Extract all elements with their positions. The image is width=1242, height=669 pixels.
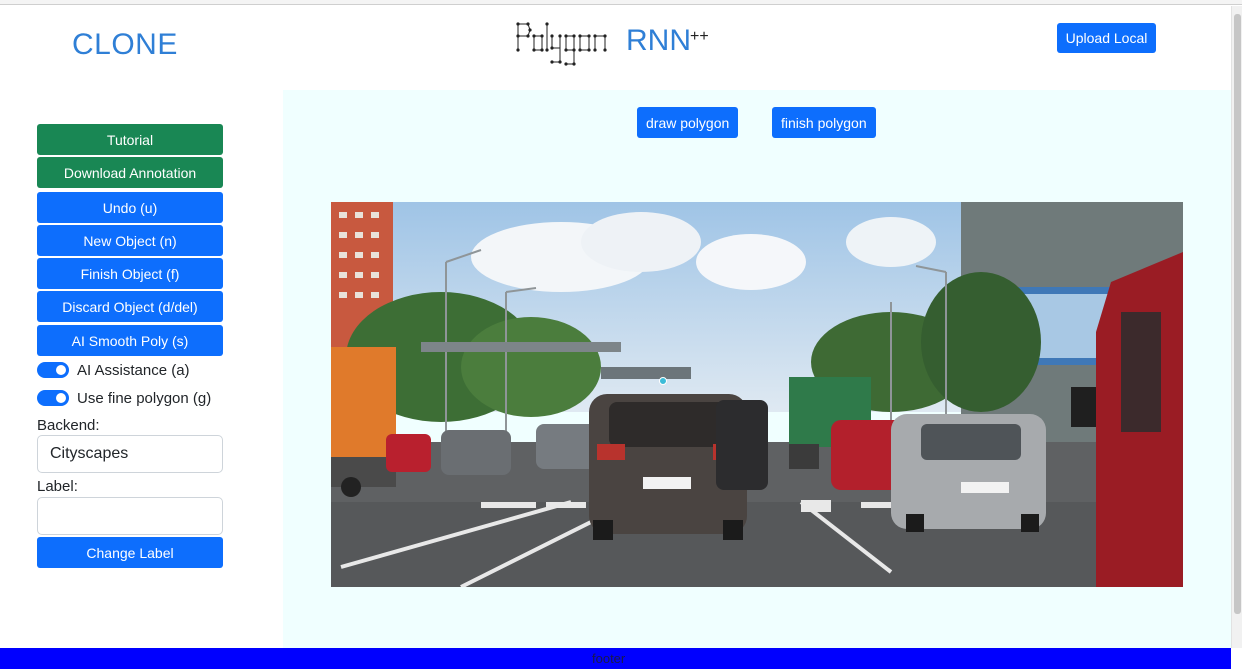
finish-polygon-button[interactable]: finish polygon — [772, 107, 876, 138]
new-object-button[interactable]: New Object (n) — [37, 225, 223, 256]
tutorial-button[interactable]: Tutorial — [37, 124, 223, 155]
logo-plus-text: ++ — [690, 28, 709, 45]
mouse-cursor-indicator — [659, 377, 667, 385]
download-annotation-button[interactable]: Download Annotation — [37, 157, 223, 188]
scrollbar-thumb[interactable] — [1234, 14, 1241, 614]
fine-polygon-switch[interactable] — [37, 390, 69, 406]
window-top-edge — [0, 0, 1242, 5]
polygonrnn-logo: RNN ++ — [512, 18, 722, 74]
ai-assistance-switch[interactable] — [37, 362, 69, 378]
backend-label: Backend: — [37, 417, 100, 434]
ai-assistance-toggle-row: AI Assistance (a) — [37, 359, 237, 381]
fine-polygon-toggle-row: Use fine polygon (g) — [37, 387, 237, 409]
ai-assistance-label: AI Assistance (a) — [77, 361, 190, 379]
label-input[interactable] — [37, 497, 223, 535]
change-label-button[interactable]: Change Label — [37, 537, 223, 568]
street-scene-image[interactable] — [331, 202, 1183, 587]
footer-bar: footer — [0, 648, 1231, 669]
finish-object-button[interactable]: Finish Object (f) — [37, 258, 223, 289]
discard-object-button[interactable]: Discard Object (d/del) — [37, 291, 223, 322]
brand-title[interactable]: CLONE — [72, 28, 178, 62]
vertical-scrollbar[interactable] — [1231, 6, 1242, 648]
label-field-label: Label: — [37, 478, 78, 495]
undo-button[interactable]: Undo (u) — [37, 192, 223, 223]
footer-text: footer — [592, 651, 626, 666]
ai-smooth-poly-button[interactable]: AI Smooth Poly (s) — [37, 325, 223, 356]
polygon-dotted-logo-icon — [516, 22, 607, 66]
street-scene-illustration — [331, 202, 1183, 587]
logo-rnn-text: RNN — [626, 24, 691, 57]
backend-field[interactable] — [37, 435, 223, 473]
annotation-workspace: draw polygon finish polygon — [283, 90, 1231, 648]
fine-polygon-label: Use fine polygon (g) — [77, 389, 212, 407]
upload-local-button[interactable]: Upload Local — [1057, 23, 1156, 53]
draw-polygon-button[interactable]: draw polygon — [637, 107, 739, 138]
